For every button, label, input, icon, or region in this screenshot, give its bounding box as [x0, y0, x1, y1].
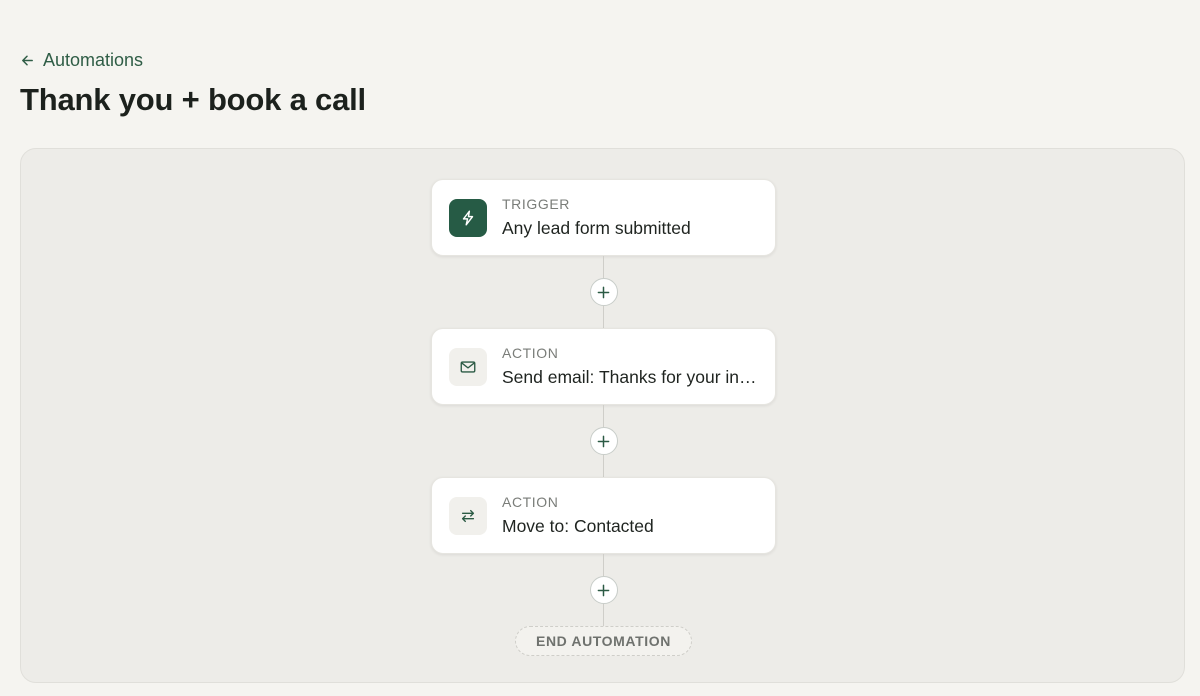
connector-line — [603, 455, 604, 477]
arrow-left-icon — [22, 55, 33, 66]
step-kind: ACTION — [502, 345, 559, 361]
step-label: Send email: Thanks for your interest — [502, 367, 759, 387]
step-kind: ACTION — [502, 494, 559, 510]
add-step-button[interactable] — [589, 576, 618, 604]
plus-icon — [597, 286, 610, 298]
step-label: Move to: Contacted — [502, 516, 654, 536]
automation-canvas: TRIGGER Any lead form submitted ACTION S… — [20, 148, 1185, 683]
swap-arrows-icon — [449, 496, 487, 535]
action-card-move-to[interactable]: ACTION Move to: Contacted — [431, 477, 776, 554]
add-step-button[interactable] — [589, 278, 618, 306]
page-title: Thank you + book a call — [20, 82, 366, 117]
back-link-label: Automations — [43, 50, 144, 70]
lightning-icon — [449, 198, 487, 237]
connector-line — [603, 256, 604, 278]
step-label: Any lead form submitted — [502, 218, 691, 238]
connector-line — [603, 306, 604, 328]
plus-icon — [597, 584, 610, 596]
back-to-automations-link[interactable]: Automations — [20, 50, 143, 71]
step-kind: TRIGGER — [502, 196, 570, 212]
connector-line — [603, 604, 604, 626]
plus-icon — [597, 435, 610, 447]
connector-line — [603, 554, 604, 576]
end-automation-badge: END AUTOMATION — [515, 626, 692, 656]
connector-line — [603, 405, 604, 427]
automation-flow: TRIGGER Any lead form submitted ACTION S… — [431, 179, 776, 656]
trigger-card[interactable]: TRIGGER Any lead form submitted — [431, 179, 776, 256]
add-step-button[interactable] — [589, 427, 618, 455]
action-card-send-email[interactable]: ACTION Send email: Thanks for your inter… — [431, 328, 776, 405]
mail-icon — [449, 347, 487, 386]
